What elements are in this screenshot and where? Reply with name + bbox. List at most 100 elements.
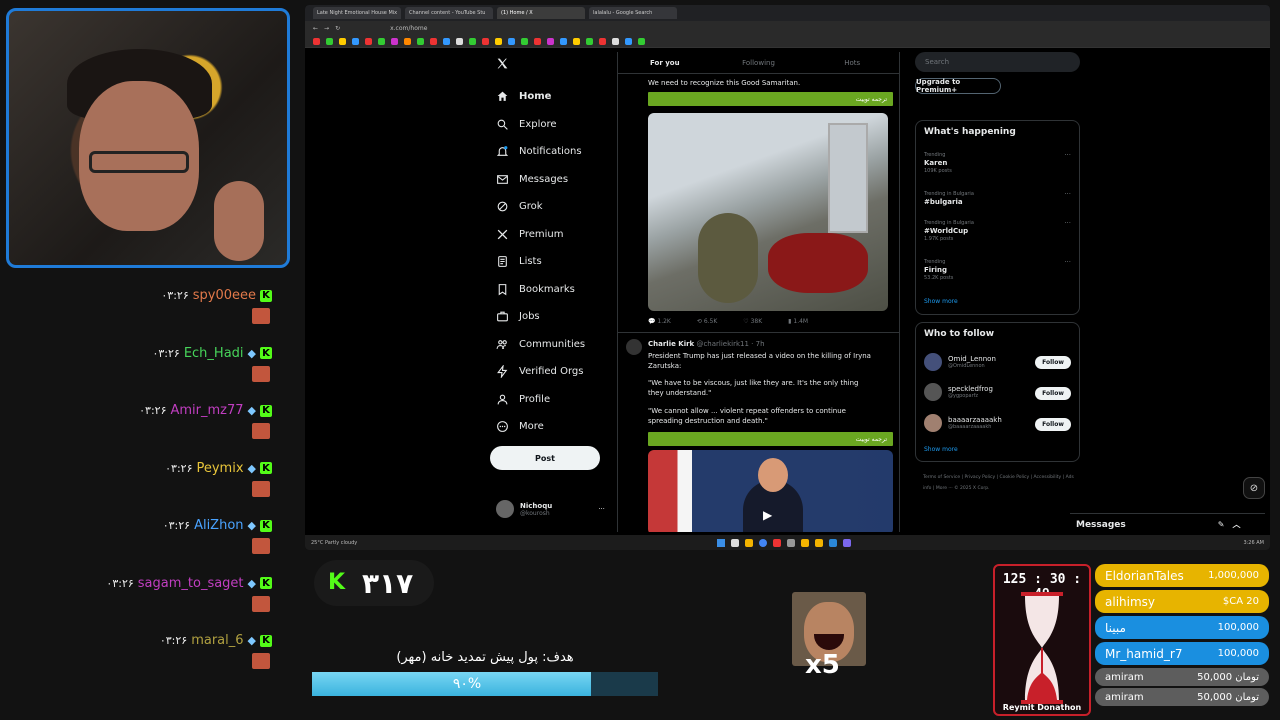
- url-text[interactable]: x.com/home: [390, 25, 427, 32]
- follow-suggestion[interactable]: Omid_Lennon @OmidLennon: [924, 353, 996, 371]
- trend-item[interactable]: Trending in Bulgaria #bulgaria: [924, 190, 974, 206]
- tab-for-you[interactable]: For you: [618, 52, 712, 73]
- home-icon: [497, 91, 508, 101]
- tab-google-search[interactable]: lalalalu - Google Search: [589, 7, 677, 19]
- tab-following[interactable]: Following: [712, 52, 806, 73]
- address-bar[interactable]: ← → ↻ x.com/home: [305, 21, 1270, 35]
- weather-widget[interactable]: 25°C Partly cloudy: [311, 540, 357, 546]
- x-premium-icon: [497, 229, 508, 240]
- show-more-link[interactable]: Show more: [924, 298, 958, 305]
- app-icon[interactable]: [829, 538, 838, 547]
- nav-premium[interactable]: Premium: [496, 228, 564, 241]
- nav-grok[interactable]: Grok: [496, 200, 543, 213]
- trend-item[interactable]: Trending Firing 53.2K posts: [924, 258, 953, 282]
- chat-username[interactable]: sagam_to_saget: [138, 576, 244, 591]
- nav-lists[interactable]: Lists: [496, 255, 542, 268]
- folder-icon[interactable]: [745, 538, 754, 547]
- chat-username[interactable]: Ech_Hadi: [184, 346, 244, 361]
- tab-x-home[interactable]: (1) Home / X: [497, 7, 585, 19]
- more-dots-icon[interactable]: ···: [1064, 190, 1071, 198]
- avatar[interactable]: [626, 339, 642, 355]
- chat-username[interactable]: AliZhon: [194, 518, 243, 533]
- x-logo-icon[interactable]: [496, 57, 509, 70]
- chat-username[interactable]: spy00eee: [193, 288, 256, 303]
- nav-jobs[interactable]: Jobs: [496, 310, 540, 323]
- kick-sub-counter: K ۳۱۷: [314, 560, 434, 606]
- trend-item[interactable]: Trending in Bulgaria #WorldCup 1.97K posts: [924, 219, 974, 243]
- tweet-media-video[interactable]: ▶: [648, 450, 893, 532]
- lightning-icon: [497, 365, 508, 378]
- account-switcher[interactable]: Nichoqu @kourosh ···: [496, 500, 605, 518]
- chat-message: ۰۳:۲۶ sagam_to_saget ◆ K: [106, 576, 272, 591]
- translate-button[interactable]: ترجمه توییت: [648, 92, 893, 106]
- folder-icon[interactable]: [815, 538, 824, 547]
- tab-hots[interactable]: Hots: [805, 52, 899, 73]
- right-sidebar: Search Upgrade to Premium+ What's happen…: [915, 52, 1080, 522]
- nav-profile[interactable]: Profile: [496, 393, 550, 406]
- tweet-author[interactable]: Charlie Kirk @charliekirk11 · 7h: [648, 339, 765, 349]
- bookmarks-bar: [305, 35, 1270, 48]
- nav-communities[interactable]: Communities: [496, 338, 585, 351]
- chat-username[interactable]: maral_6: [191, 633, 243, 648]
- reload-icon[interactable]: ↻: [335, 25, 340, 32]
- diamond-icon: ◆: [247, 404, 256, 417]
- retweet-count[interactable]: ⟲ 6.5K: [697, 318, 717, 325]
- chat-username[interactable]: Amir_mz77: [170, 403, 243, 418]
- footer-links[interactable]: Terms of Service | Privacy Policy | Cook…: [923, 472, 1083, 494]
- follow-suggestion[interactable]: speckledfrog @ygpoparfz: [924, 383, 993, 401]
- tab-youtube-mix[interactable]: Late Night Emotional House Mix: [313, 7, 401, 19]
- upgrade-premium-button[interactable]: Upgrade to Premium+: [915, 78, 1001, 94]
- follow-button[interactable]: Follow: [1035, 387, 1071, 400]
- grok-icon[interactable]: ⊘: [1243, 477, 1265, 499]
- feed-tabs: For you Following Hots: [618, 52, 899, 74]
- app-icon[interactable]: [843, 538, 852, 547]
- more-dots-icon[interactable]: ···: [1064, 258, 1071, 266]
- app-icon[interactable]: [787, 538, 796, 547]
- reply-count[interactable]: 💬 1.2K: [648, 318, 671, 325]
- follow-suggestion[interactable]: baaaarzaaaakh @baaaarzaaaakh: [924, 414, 1002, 432]
- more-dots-icon[interactable]: ···: [1064, 151, 1071, 159]
- nav-more[interactable]: More: [496, 420, 544, 433]
- whats-happening-panel: What's happening Trending Karen 109K posts…: [915, 120, 1080, 315]
- windows-taskbar: 25°C Partly cloudy 3:26 AM: [305, 535, 1270, 550]
- back-icon[interactable]: ←: [313, 25, 318, 32]
- diamond-icon: ◆: [247, 576, 256, 590]
- show-more-link[interactable]: Show more: [924, 446, 958, 453]
- follow-button[interactable]: Follow: [1035, 418, 1071, 431]
- trend-item[interactable]: Trending Karen 109K posts: [924, 151, 952, 175]
- forward-icon[interactable]: →: [324, 25, 329, 32]
- play-icon[interactable]: ▶: [763, 508, 772, 522]
- chrome-icon[interactable]: [759, 538, 768, 547]
- tab-youtube-studio[interactable]: Channel content - YouTube Stu: [405, 7, 493, 19]
- compose-icon[interactable]: ✎: [1218, 520, 1225, 529]
- nav-home[interactable]: Home: [496, 90, 551, 103]
- nav-explore[interactable]: Explore: [496, 118, 557, 131]
- view-count[interactable]: ▮ 1.4M: [788, 318, 808, 325]
- windows-start-icon[interactable]: [717, 538, 726, 547]
- nav-verified-orgs[interactable]: Verified Orgs: [496, 365, 583, 378]
- nav-bookmarks[interactable]: Bookmarks: [496, 283, 575, 296]
- donathon-timer: 125 : 30 : 49 Reymit Donathon: [993, 564, 1091, 716]
- folder-icon[interactable]: [801, 538, 810, 547]
- follow-button[interactable]: Follow: [1035, 356, 1071, 369]
- like-count[interactable]: ♡ 38K: [743, 318, 762, 325]
- app-icon[interactable]: [773, 538, 782, 547]
- tweet-actions: 💬 1.2K ⟲ 6.5K ♡ 38K ▮ 1.4M: [648, 318, 808, 325]
- post-button[interactable]: Post: [490, 446, 600, 470]
- tweet-media-image[interactable]: [648, 113, 888, 311]
- search-input[interactable]: Search: [915, 52, 1080, 72]
- nav-messages[interactable]: Messages: [496, 173, 568, 186]
- chat-message: ۰۳:۲۶ maral_6 ◆ K: [160, 633, 272, 648]
- translate-button[interactable]: ترجمه توییت: [648, 432, 893, 446]
- search-icon[interactable]: [731, 538, 740, 547]
- messages-drawer[interactable]: Messages ✎ ︿: [1070, 513, 1265, 535]
- chat-username[interactable]: Peymix: [196, 461, 243, 476]
- chevron-up-icon[interactable]: ︿: [1232, 519, 1240, 530]
- clock[interactable]: 3:26 AM: [1243, 540, 1264, 546]
- kick-badge-icon: K: [260, 404, 272, 417]
- chat-message: ۰۳:۲۶ Amir_mz77 ◆ K: [139, 403, 272, 418]
- more-dots-icon[interactable]: ···: [1064, 219, 1071, 227]
- nav-notifications[interactable]: Notifications: [496, 145, 582, 158]
- x-sidebar: Home Explore Notifications Messages Grok…: [490, 52, 620, 522]
- more-dots-icon[interactable]: ···: [598, 505, 605, 513]
